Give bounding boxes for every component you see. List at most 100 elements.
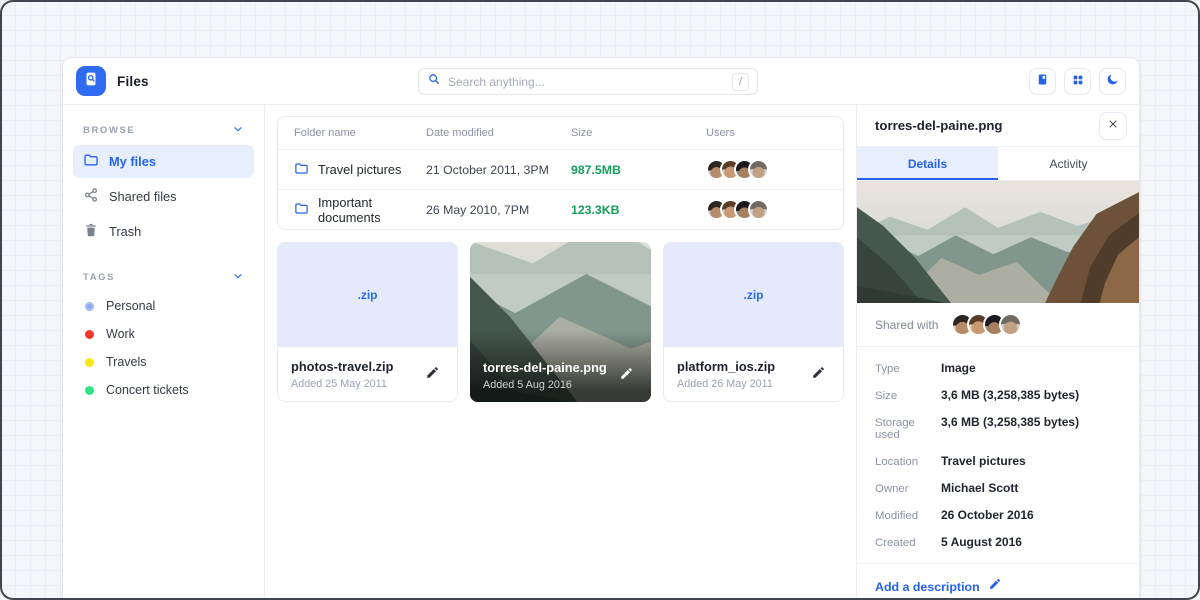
moon-icon (1105, 72, 1120, 90)
zip-preview: .zip (664, 243, 843, 347)
meta-row-location: Location Travel pictures (875, 447, 1121, 474)
chevron-down-icon[interactable] (232, 270, 244, 285)
column-header-date-modified: Date modified (426, 127, 571, 139)
avatar-group (706, 199, 827, 220)
card-footer: photos-travel.zip Added 25 May 2011 (278, 347, 457, 401)
folder-size: 123.3KB (571, 203, 706, 217)
grid-icon (1071, 73, 1085, 90)
meta-row-created: Created 5 August 2016 (875, 528, 1121, 555)
file-added-date: Added 25 May 2011 (291, 378, 393, 390)
pencil-icon (811, 365, 826, 383)
sidebar-item-label: Shared files (109, 189, 177, 204)
panel-title-row: torres-del-paine.png (857, 105, 1139, 147)
meta-label: Location (875, 456, 941, 468)
table-row[interactable]: Important documents 26 May 2010, 7PM 123… (278, 189, 843, 229)
rename-button[interactable] (421, 361, 444, 387)
sidebar-item-shared-files[interactable]: Shared files (73, 180, 254, 213)
tab-activity[interactable]: Activity (998, 147, 1139, 180)
add-description-button[interactable]: Add a description (857, 564, 1139, 600)
meta-label: Created (875, 537, 941, 549)
file-cards: .zip photos-travel.zip Added 25 May 2011 (277, 242, 844, 402)
folder-icon (83, 152, 99, 171)
tags-label: TAGS (83, 272, 115, 283)
folder-size: 987.5MB (571, 163, 706, 177)
avatar (999, 313, 1022, 336)
panel-tabs: Details Activity (857, 147, 1139, 181)
tag-label: Personal (106, 299, 155, 313)
sidebar-item-trash[interactable]: Trash (73, 215, 254, 248)
column-header-folder-name: Folder name (294, 127, 426, 139)
tag-label: Work (106, 327, 135, 341)
meta-label: Type (875, 363, 941, 375)
tag-travels[interactable]: Travels (73, 348, 254, 376)
search-bar: / (418, 68, 758, 95)
meta-value: 3,6 MB (3,258,385 bytes) (941, 388, 1079, 402)
add-description-label: Add a description (875, 580, 980, 594)
meta-value: 3,6 MB (3,258,385 bytes) (941, 415, 1079, 429)
search-input[interactable] (448, 75, 725, 89)
tab-details[interactable]: Details (857, 147, 998, 180)
meta-row-owner: Owner Michael Scott (875, 474, 1121, 501)
table-header-row: Folder name Date modified Size Users (278, 117, 843, 149)
meta-row-type: Type Image (875, 354, 1121, 381)
tag-concert-tickets[interactable]: Concert tickets (73, 376, 254, 404)
avatar (748, 159, 769, 180)
close-panel-button[interactable] (1099, 112, 1127, 140)
trash-icon (83, 222, 99, 241)
date-modified: 26 May 2010, 7PM (426, 203, 571, 217)
card-footer: platform_ios.zip Added 26 May 2011 (664, 347, 843, 401)
file-card-photos-travel[interactable]: .zip photos-travel.zip Added 25 May 2011 (277, 242, 458, 402)
table-row[interactable]: Travel pictures 21 October 2011, 3PM 987… (278, 149, 843, 189)
rename-button[interactable] (807, 361, 830, 387)
folder-name: Important documents (318, 195, 426, 225)
folder-icon (294, 161, 309, 179)
tag-dot-icon (85, 358, 94, 367)
file-added-date: Added 5 Aug 2016 (483, 379, 607, 391)
sidebar-item-label: My files (109, 154, 156, 169)
tag-label: Travels (106, 355, 147, 369)
zip-preview: .zip (278, 243, 457, 347)
image-preview (857, 181, 1139, 303)
app-logo[interactable] (76, 66, 106, 96)
meta-label: Modified (875, 510, 941, 522)
main-content: Folder name Date modified Size Users Tra… (265, 105, 856, 600)
pencil-icon (425, 365, 440, 383)
pencil-icon (988, 577, 1002, 596)
rename-button[interactable] (615, 362, 638, 388)
details-panel: torres-del-paine.png Details Activity Sh… (856, 105, 1139, 600)
tag-label: Concert tickets (106, 383, 189, 397)
browse-label: BROWSE (83, 125, 135, 136)
file-card-platform-ios[interactable]: .zip platform_ios.zip Added 26 May 2011 (663, 242, 844, 402)
grid-view-button[interactable] (1064, 68, 1091, 95)
close-icon (1107, 118, 1119, 133)
date-modified: 21 October 2011, 3PM (426, 163, 571, 177)
app-header: Files / (63, 58, 1139, 105)
file-search-icon (82, 70, 100, 93)
avatar-group (706, 159, 827, 180)
avatar-group (951, 313, 1022, 336)
search-shortcut-badge: / (732, 73, 749, 91)
card-footer: torres-del-paine.png Added 5 Aug 2016 (470, 348, 651, 402)
notebook-icon (1035, 72, 1050, 90)
tag-work[interactable]: Work (73, 320, 254, 348)
dark-mode-button[interactable] (1099, 68, 1126, 95)
sidebar-item-label: Trash (109, 224, 141, 239)
shared-with-row: Shared with (857, 303, 1139, 347)
metadata-list: Type Image Size 3,6 MB (3,258,385 bytes)… (857, 347, 1139, 563)
tag-dot-icon (85, 386, 94, 395)
file-name: torres-del-paine.png (483, 360, 607, 375)
meta-row-size: Size 3,6 MB (3,258,385 bytes) (875, 381, 1121, 408)
chevron-down-icon[interactable] (232, 123, 244, 138)
notebook-button[interactable] (1029, 68, 1056, 95)
column-header-users: Users (706, 127, 827, 139)
app-body: BROWSE My files (63, 105, 1139, 600)
file-card-torres-del-paine[interactable]: torres-del-paine.png Added 5 Aug 2016 (470, 242, 651, 402)
sidebar-item-my-files[interactable]: My files (73, 145, 254, 178)
meta-value: Michael Scott (941, 481, 1018, 495)
pencil-icon (619, 366, 634, 384)
meta-value: 5 August 2016 (941, 535, 1022, 549)
tag-personal[interactable]: Personal (73, 292, 254, 320)
share-icon (83, 187, 99, 206)
app-title: Files (117, 74, 149, 89)
tags-section-header: TAGS (73, 264, 254, 292)
